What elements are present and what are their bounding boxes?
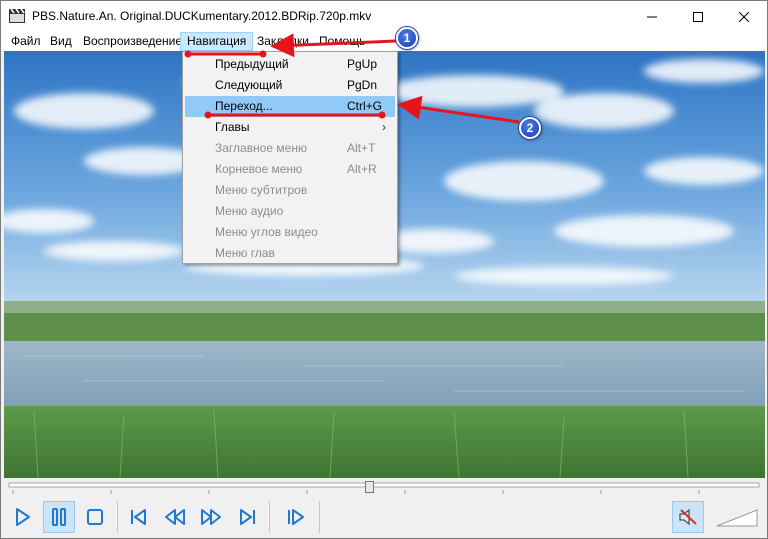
volume-slider[interactable] bbox=[715, 506, 759, 531]
controls-divider bbox=[269, 501, 270, 533]
frame-step-button[interactable] bbox=[280, 501, 312, 533]
mute-icon bbox=[679, 508, 697, 526]
controls-divider bbox=[319, 501, 320, 533]
frame-step-icon bbox=[288, 509, 304, 525]
previous-button[interactable] bbox=[123, 501, 155, 533]
annotation-badge-1: 1 bbox=[396, 27, 418, 49]
mute-button[interactable] bbox=[672, 501, 704, 533]
playback-controls bbox=[1, 496, 767, 538]
stop-icon bbox=[87, 509, 103, 525]
pause-icon bbox=[52, 508, 66, 526]
frame-forward-icon bbox=[240, 509, 255, 525]
next-button[interactable] bbox=[231, 501, 263, 533]
annotation-arrow-2 bbox=[397, 95, 520, 124]
rewind-button[interactable] bbox=[159, 501, 191, 533]
seek-bar[interactable] bbox=[1, 478, 767, 496]
seek-thumb[interactable] bbox=[365, 481, 374, 493]
annotation-arrow-1 bbox=[270, 33, 397, 58]
annotation-overlay bbox=[184, 33, 520, 124]
stop-button[interactable] bbox=[79, 501, 111, 533]
pause-button[interactable] bbox=[43, 501, 75, 533]
annotation-dot bbox=[259, 50, 267, 58]
annotation-dot bbox=[378, 111, 386, 119]
seek-track bbox=[8, 482, 760, 494]
frame-back-icon bbox=[131, 509, 146, 525]
annotation-badge-2: 2 bbox=[519, 117, 541, 139]
play-icon bbox=[16, 508, 30, 526]
annotation-dot bbox=[204, 111, 212, 119]
player-window: PBS.Nature.An. Original.DUCKumentary.201… bbox=[0, 0, 768, 539]
fast-forward-icon bbox=[201, 509, 221, 525]
volume-ramp bbox=[716, 509, 758, 527]
fast-forward-button[interactable] bbox=[195, 501, 227, 533]
controls-divider bbox=[117, 501, 118, 533]
annotation-dot bbox=[184, 50, 192, 58]
rewind-icon bbox=[165, 509, 185, 525]
play-button[interactable] bbox=[7, 501, 39, 533]
